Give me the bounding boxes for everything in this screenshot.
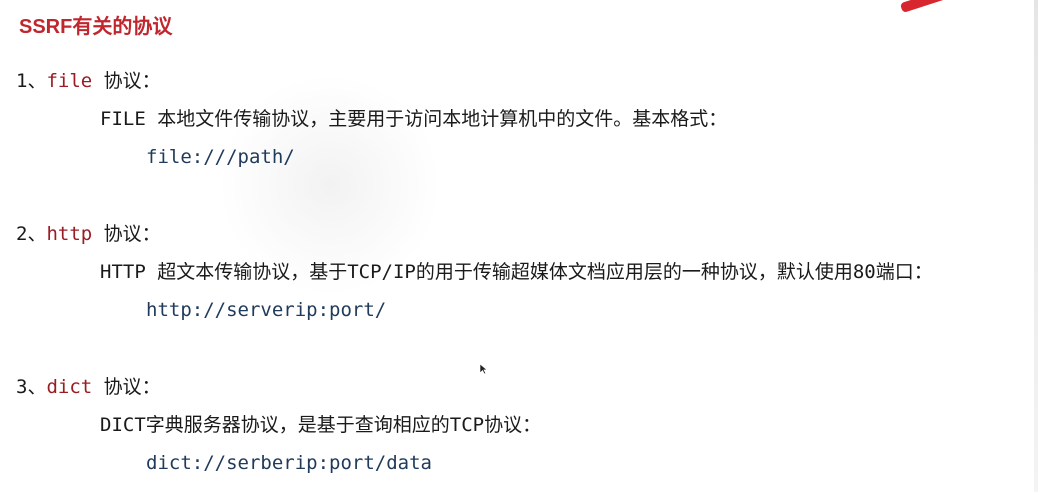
protocol-description: FILE 本地文件传输协议，主要用于访问本地计算机中的文件。基本格式：: [100, 108, 728, 130]
protocol-description: HTTP 超文本传输协议，基于TCP/IP的用于传输超媒体文档应用层的一种协议，…: [100, 261, 933, 283]
protocol-suffix: 协议：: [92, 223, 161, 245]
protocol-number: 2、: [16, 223, 47, 245]
protocol-heading: 1、file 协议：: [16, 68, 161, 94]
protocol-url-format: dict://serberip:port/data: [146, 452, 432, 474]
protocol-number: 3、: [16, 376, 47, 398]
protocol-description: DICT字典服务器协议，是基于查询相应的TCP协议：: [100, 414, 542, 436]
protocol-name: dict: [46, 376, 93, 398]
slide-title: SSRF有关的协议: [19, 16, 173, 38]
protocol-name: file: [46, 70, 93, 92]
mouse-pointer-icon: [479, 363, 488, 375]
protocol-heading: 3、dict 协议：: [16, 374, 161, 400]
protocol-suffix: 协议：: [92, 70, 161, 92]
accent-swoosh-decoration: [899, 0, 961, 14]
slide-edge-decoration: [1034, 0, 1038, 492]
protocol-url-format: http://serverip:port/: [146, 299, 387, 321]
presentation-slide: SSRF有关的协议 1、file 协议： FILE 本地文件传输协议，主要用于访…: [0, 0, 1038, 492]
protocol-number: 1、: [16, 70, 47, 92]
protocol-url-format: file:///path/: [146, 146, 295, 168]
protocol-heading: 2、http 协议：: [16, 221, 161, 247]
protocol-suffix: 协议：: [92, 376, 161, 398]
protocol-name: http: [46, 223, 93, 245]
